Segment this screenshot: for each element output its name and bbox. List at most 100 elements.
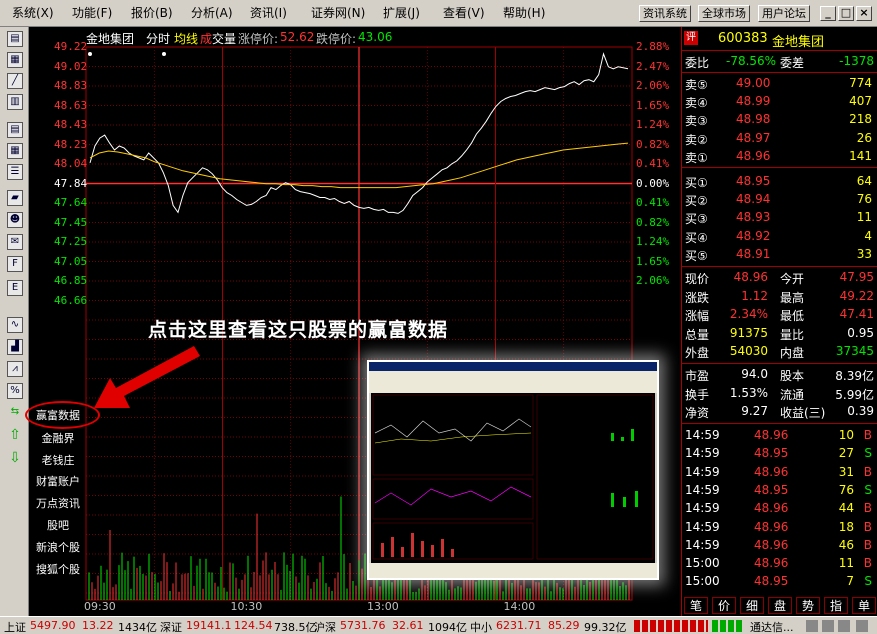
panel-tab[interactable]: 单 bbox=[852, 597, 876, 614]
tray-icon-3[interactable] bbox=[838, 620, 850, 632]
panel-tab[interactable]: 价 bbox=[712, 597, 736, 614]
compare-icon[interactable]: ⩘ bbox=[7, 361, 23, 377]
inset-chart-icon bbox=[372, 394, 654, 560]
chart-icon[interactable]: ▥ bbox=[7, 94, 23, 110]
maximize-icon[interactable]: □ bbox=[838, 6, 854, 21]
tick-side: B bbox=[863, 428, 872, 442]
panel-tab[interactable]: 盘 bbox=[768, 597, 792, 614]
stat-value: 1.12 bbox=[741, 288, 768, 303]
report-icon[interactable]: ▤ bbox=[7, 122, 23, 138]
panel-tab[interactable]: 势 bbox=[796, 597, 820, 614]
sh-index-amount: 1434亿 bbox=[118, 621, 157, 634]
menu-securities-net[interactable]: 证券网(N) bbox=[311, 4, 365, 21]
nav-sina-stock[interactable]: 新浪个股 bbox=[32, 538, 84, 557]
kline-icon[interactable]: ▟ bbox=[7, 339, 23, 355]
list-icon[interactable]: ☰ bbox=[7, 164, 23, 180]
percent-icon[interactable]: % bbox=[7, 383, 23, 399]
sz-index-value: 19141.1 bbox=[186, 619, 232, 632]
table-icon[interactable]: ▦ bbox=[7, 143, 23, 159]
tray-icon-4[interactable] bbox=[856, 620, 868, 632]
order-volume: 26 bbox=[856, 130, 872, 145]
f11-icon[interactable]: E bbox=[7, 280, 23, 296]
panel-tab[interactable]: 细 bbox=[740, 597, 764, 614]
order-volume: 407 bbox=[849, 94, 872, 109]
tray-icon-2[interactable] bbox=[822, 620, 834, 632]
annotation-text: 点击这里查看这只股票的赢富数据 bbox=[148, 319, 449, 341]
nav-wandian-info[interactable]: 万点资讯 bbox=[32, 494, 84, 513]
limit-up-value: 52.62 bbox=[280, 30, 315, 44]
y-axis-label-right: 2.47% bbox=[636, 59, 670, 73]
stat-label: 现价 bbox=[685, 272, 710, 286]
y-axis-label-right: 0.41% bbox=[636, 196, 670, 209]
panel-tab[interactable]: 笔 bbox=[684, 597, 708, 614]
annotation-arrow-icon bbox=[94, 346, 200, 408]
nav-wealth-account[interactable]: 财富账户 bbox=[32, 472, 84, 491]
y-axis-label-left: 46.85 bbox=[54, 274, 88, 287]
tick-volume: 44 bbox=[838, 501, 854, 516]
tick-price: 48.96 bbox=[754, 501, 789, 516]
sell-row: 卖④ 48.99 407 bbox=[682, 93, 877, 111]
nav-jrj[interactable]: 金融界 bbox=[32, 429, 84, 448]
tick-volume: 11 bbox=[838, 556, 854, 571]
x-axis-label: 13:00 bbox=[367, 600, 399, 613]
switch-icon[interactable]: ⇆ bbox=[7, 405, 23, 421]
limit-down-value: 43.06 bbox=[358, 30, 393, 44]
buy-row: 买③ 48.93 11 bbox=[682, 209, 877, 227]
tray-icon-1[interactable] bbox=[806, 620, 818, 632]
buy-row: 买① 48.95 64 bbox=[682, 173, 877, 191]
stock-badge-icon: 评 bbox=[684, 31, 698, 45]
users-icon[interactable]: ☻ bbox=[7, 212, 23, 228]
app-window: 系统(X) 功能(F) 报价(B) 分析(A) 资讯(I) 证券网(N) 扩展(… bbox=[0, 0, 877, 634]
order-volume: 11 bbox=[856, 210, 872, 225]
panel-tab[interactable]: 指 bbox=[824, 597, 848, 614]
line-chart-icon[interactable]: ╱ bbox=[7, 73, 23, 89]
sell-row: 卖② 48.97 26 bbox=[682, 130, 877, 148]
minimize-icon[interactable]: _ bbox=[820, 6, 836, 21]
buy-row: 买⑤ 48.91 33 bbox=[682, 246, 877, 264]
menu-info[interactable]: 资讯(I) bbox=[250, 4, 287, 21]
close-icon[interactable]: × bbox=[856, 6, 872, 21]
menu-help[interactable]: 帮助(H) bbox=[503, 4, 545, 21]
nav-sohu-stock[interactable]: 搜狐个股 bbox=[32, 560, 84, 579]
menu-function[interactable]: 功能(F) bbox=[72, 4, 112, 21]
arrow-up-icon[interactable]: ⇧ bbox=[7, 428, 23, 444]
order-ratio-label: 委比 bbox=[685, 56, 710, 70]
x-axis-label: 10:30 bbox=[230, 600, 263, 613]
y-axis-label-right: 1.24% bbox=[636, 118, 670, 131]
nav-guba[interactable]: 股吧 bbox=[32, 516, 84, 535]
y-axis-label-left: 48.83 bbox=[54, 79, 88, 92]
menu-quote[interactable]: 报价(B) bbox=[131, 4, 173, 21]
tick-side: S bbox=[864, 446, 872, 461]
menu-view[interactable]: 查看(V) bbox=[443, 4, 485, 21]
quote-list-icon[interactable]: ▤ bbox=[7, 31, 23, 47]
f10-icon[interactable]: F bbox=[7, 256, 23, 272]
menu-system[interactable]: 系统(X) bbox=[12, 4, 54, 21]
info-system-button[interactable]: 资讯系统 bbox=[639, 5, 691, 22]
order-ratio-value: -78.56% bbox=[726, 54, 777, 68]
tick-volume: 7 bbox=[846, 574, 854, 589]
user-forum-button[interactable]: 用户论坛 bbox=[758, 5, 810, 22]
menu-extend[interactable]: 扩展(J) bbox=[383, 4, 420, 21]
arrow-down-icon[interactable]: ⇩ bbox=[7, 451, 23, 467]
folder-icon[interactable]: ▰ bbox=[7, 190, 23, 206]
stat-value: 94.0 bbox=[741, 367, 768, 381]
y-axis-label-left: 47.25 bbox=[54, 235, 88, 248]
connection-status[interactable]: 通达信... bbox=[750, 619, 794, 634]
trend-icon[interactable]: ∿ bbox=[7, 317, 23, 333]
sh-index-label: 上证 bbox=[4, 621, 26, 634]
grid-icon[interactable]: ▦ bbox=[7, 52, 23, 68]
news-icon[interactable]: ✉ bbox=[7, 234, 23, 250]
tick-time: 15:00 bbox=[685, 574, 720, 589]
stat-value: 0.39 bbox=[847, 404, 874, 419]
nav-laoqianzhuang[interactable]: 老钱庄 bbox=[32, 451, 84, 470]
stat-label: 外盘 bbox=[685, 346, 710, 361]
sme-index-change: 85.29 bbox=[548, 619, 580, 632]
y-axis-label-left: 48.23 bbox=[54, 137, 88, 151]
tick-side: S bbox=[864, 482, 872, 497]
y-axis-label-right: 0.82% bbox=[636, 215, 670, 229]
y-axis-label-left: 46.66 bbox=[54, 293, 88, 307]
menu-analysis[interactable]: 分析(A) bbox=[191, 4, 233, 21]
order-level-label: 买③ bbox=[685, 212, 708, 227]
global-market-button[interactable]: 全球市场 bbox=[698, 5, 750, 22]
nav-yingfu-data[interactable]: 赢富数据 bbox=[32, 406, 84, 425]
